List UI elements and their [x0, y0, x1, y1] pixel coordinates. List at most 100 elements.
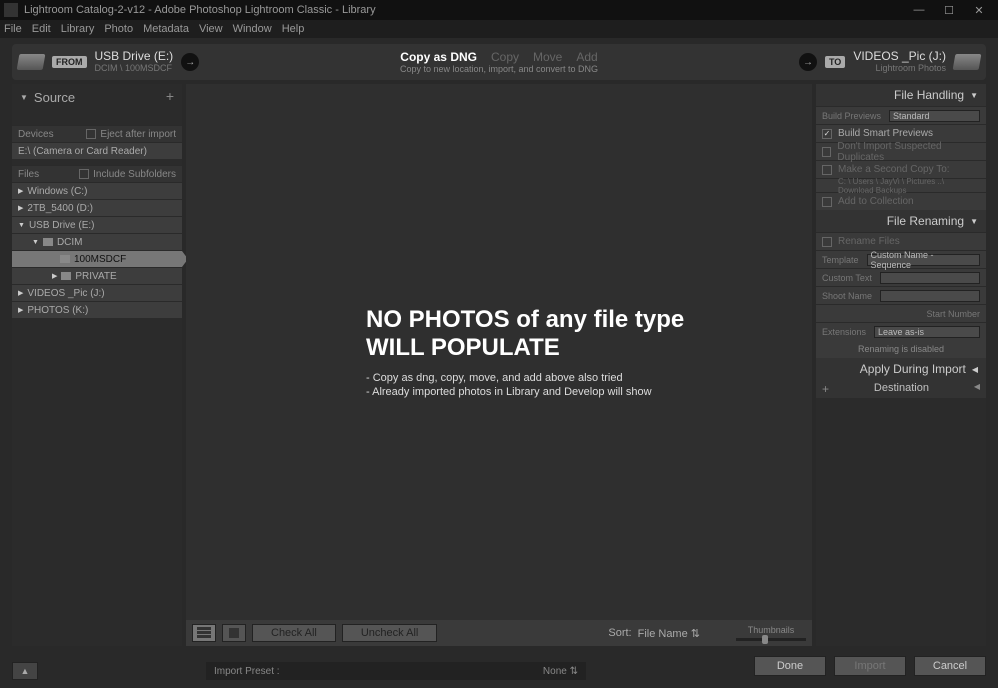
file-handling-header[interactable]: File Handling▼ — [816, 84, 986, 106]
menu-library[interactable]: Library — [61, 23, 95, 35]
shoot-name-input[interactable] — [880, 290, 980, 302]
drive-c[interactable]: ▶Windows (C:) — [12, 182, 182, 199]
shoot-name-row: Shoot Name — [816, 286, 986, 304]
folder-100msdcf[interactable]: 100MSDCF — [12, 250, 182, 267]
file-renaming-title: File Renaming — [887, 214, 964, 228]
menu-edit[interactable]: Edit — [32, 23, 51, 35]
custom-text-input[interactable] — [880, 272, 980, 284]
add-collection-checkbox[interactable] — [822, 197, 832, 207]
thumbnail-slider[interactable] — [736, 638, 806, 641]
settings-panel: File Handling▼ Build PreviewsStandard ✓B… — [816, 84, 986, 646]
folder-icon — [61, 272, 71, 280]
import-button[interactable]: Import — [834, 656, 906, 676]
mode-add[interactable]: Add — [576, 50, 597, 64]
duplicates-row[interactable]: Don't Import Suspected Duplicates — [816, 142, 986, 160]
smart-previews-row[interactable]: ✓Build Smart Previews — [816, 124, 986, 142]
done-button[interactable]: Done — [754, 656, 826, 676]
eject-checkbox[interactable] — [86, 129, 96, 139]
from-badge: FROM — [52, 56, 87, 68]
arrow-right-icon: → — [181, 53, 199, 71]
app-icon — [4, 3, 18, 17]
sort-dropdown[interactable]: File Name ⇅ — [638, 627, 700, 640]
destination-drive-name: VIDEOS _Pic (J:) — [853, 50, 946, 62]
second-copy-row[interactable]: Make a Second Copy To: — [816, 160, 986, 178]
menu-metadata[interactable]: Metadata — [143, 23, 189, 35]
add-collection-row[interactable]: Add to Collection — [816, 192, 986, 210]
sort-value: File Name — [638, 628, 688, 640]
uncheck-all-button[interactable]: Uncheck All — [342, 624, 437, 642]
grid-view-button[interactable] — [192, 624, 216, 642]
duplicates-label: Don't Import Suspected Duplicates — [837, 141, 980, 163]
second-copy-checkbox[interactable] — [822, 165, 832, 175]
import-preset-value: None — [543, 666, 567, 677]
include-subfolders-checkbox[interactable] — [79, 169, 89, 179]
destination-drive-path: Lightroom Photos — [853, 62, 946, 74]
import-preset-bar[interactable]: Import Preset : None ⇅ — [206, 662, 586, 680]
mode-copy[interactable]: Copy — [491, 50, 519, 64]
menu-file[interactable]: File — [4, 23, 22, 35]
minimize-button[interactable]: — — [904, 4, 934, 16]
drive-d[interactable]: ▶2TB_5400 (D:) — [12, 199, 182, 216]
triangle-down-icon: ▼ — [970, 217, 978, 226]
loupe-view-button[interactable] — [222, 624, 246, 642]
extensions-row: ExtensionsLeave as-is — [816, 322, 986, 340]
template-dropdown[interactable]: Custom Name - Sequence — [867, 254, 980, 266]
destination-header[interactable]: +Destination◀ — [816, 380, 986, 398]
mode-copy-as-dng[interactable]: Copy as DNG — [400, 50, 477, 64]
grid-icon — [197, 627, 211, 639]
maximize-button[interactable]: ☐ — [934, 4, 964, 17]
loupe-icon — [229, 628, 239, 638]
titlebar: Lightroom Catalog-2-v12 - Adobe Photosho… — [0, 0, 998, 20]
import-header: FROM USB Drive (E:) DCIM \ 100MSDCF → Co… — [12, 44, 986, 80]
rename-files-checkbox[interactable] — [822, 237, 832, 247]
overlay-text-1: NO PHOTOS of any file type — [366, 306, 684, 334]
file-renaming-header[interactable]: File Renaming ▼ — [816, 210, 986, 232]
build-previews-label: Build Previews — [822, 111, 881, 121]
drive-e[interactable]: ▼USB Drive (E:) — [12, 216, 182, 233]
menu-photo[interactable]: Photo — [104, 23, 133, 35]
sort-label: Sort: — [608, 627, 631, 639]
drive-j[interactable]: ▶VIDEOS _Pic (J:) — [12, 284, 182, 301]
source-panel-header[interactable]: ▼ Source + — [12, 84, 182, 111]
preview-toolbar: Check All Uncheck All Sort: File Name ⇅ … — [186, 620, 812, 646]
apply-during-import-header[interactable]: Apply During Import◀ — [816, 358, 986, 380]
smart-previews-checkbox[interactable]: ✓ — [822, 129, 832, 139]
folder-dcim[interactable]: ▼DCIM — [12, 233, 182, 250]
extensions-value: Leave as-is — [878, 327, 924, 337]
build-previews-row: Build Previews Standard — [816, 106, 986, 124]
menu-window[interactable]: Window — [233, 23, 272, 35]
destination-drive[interactable]: VIDEOS _Pic (J:) Lightroom Photos — [853, 50, 946, 74]
extensions-dropdown[interactable]: Leave as-is — [874, 326, 980, 338]
arrow-right-icon: → — [799, 53, 817, 71]
menu-view[interactable]: View — [199, 23, 223, 35]
add-collection-label: Add to Collection — [838, 196, 914, 207]
drive-k[interactable]: ▶PHOTOS (K:) — [12, 301, 182, 318]
template-row: TemplateCustom Name - Sequence — [816, 250, 986, 268]
triangle-right-icon: ▶ — [18, 204, 23, 212]
include-subfolders-label: Include Subfolders — [93, 169, 176, 180]
plus-icon[interactable]: + — [822, 382, 829, 396]
menu-help[interactable]: Help — [282, 23, 305, 35]
folder-private[interactable]: ▶PRIVATE — [12, 267, 182, 284]
source-drive[interactable]: USB Drive (E:) DCIM \ 100MSDCF — [95, 50, 174, 74]
rename-files-row[interactable]: Rename Files — [816, 232, 986, 250]
check-all-button[interactable]: Check All — [252, 624, 336, 642]
triangle-right-icon: ▶ — [18, 187, 23, 195]
mode-move[interactable]: Move — [533, 50, 562, 64]
eject-label: Eject after import — [100, 129, 176, 140]
folder-dcim-label: DCIM — [57, 237, 83, 248]
build-previews-dropdown[interactable]: Standard — [889, 110, 980, 122]
triangle-down-icon: ▼ — [18, 222, 25, 229]
cancel-button[interactable]: Cancel — [914, 656, 986, 676]
folder-icon — [43, 238, 53, 246]
device-row[interactable]: E:\ (Camera or Card Reader) — [12, 142, 182, 159]
duplicates-checkbox[interactable] — [822, 147, 831, 157]
close-button[interactable]: ✕ — [964, 4, 994, 17]
add-source-icon[interactable]: + — [166, 88, 174, 104]
import-preset-label: Import Preset : — [214, 666, 280, 677]
overlay-note-2: - Already imported photos in Library and… — [366, 386, 652, 398]
destination-title: Destination — [874, 382, 929, 396]
expand-filmstrip-button[interactable]: ▲ — [12, 662, 38, 680]
file-handling-title: File Handling — [894, 88, 964, 102]
import-modes: Copy as DNG Copy Move Add — [400, 50, 598, 64]
